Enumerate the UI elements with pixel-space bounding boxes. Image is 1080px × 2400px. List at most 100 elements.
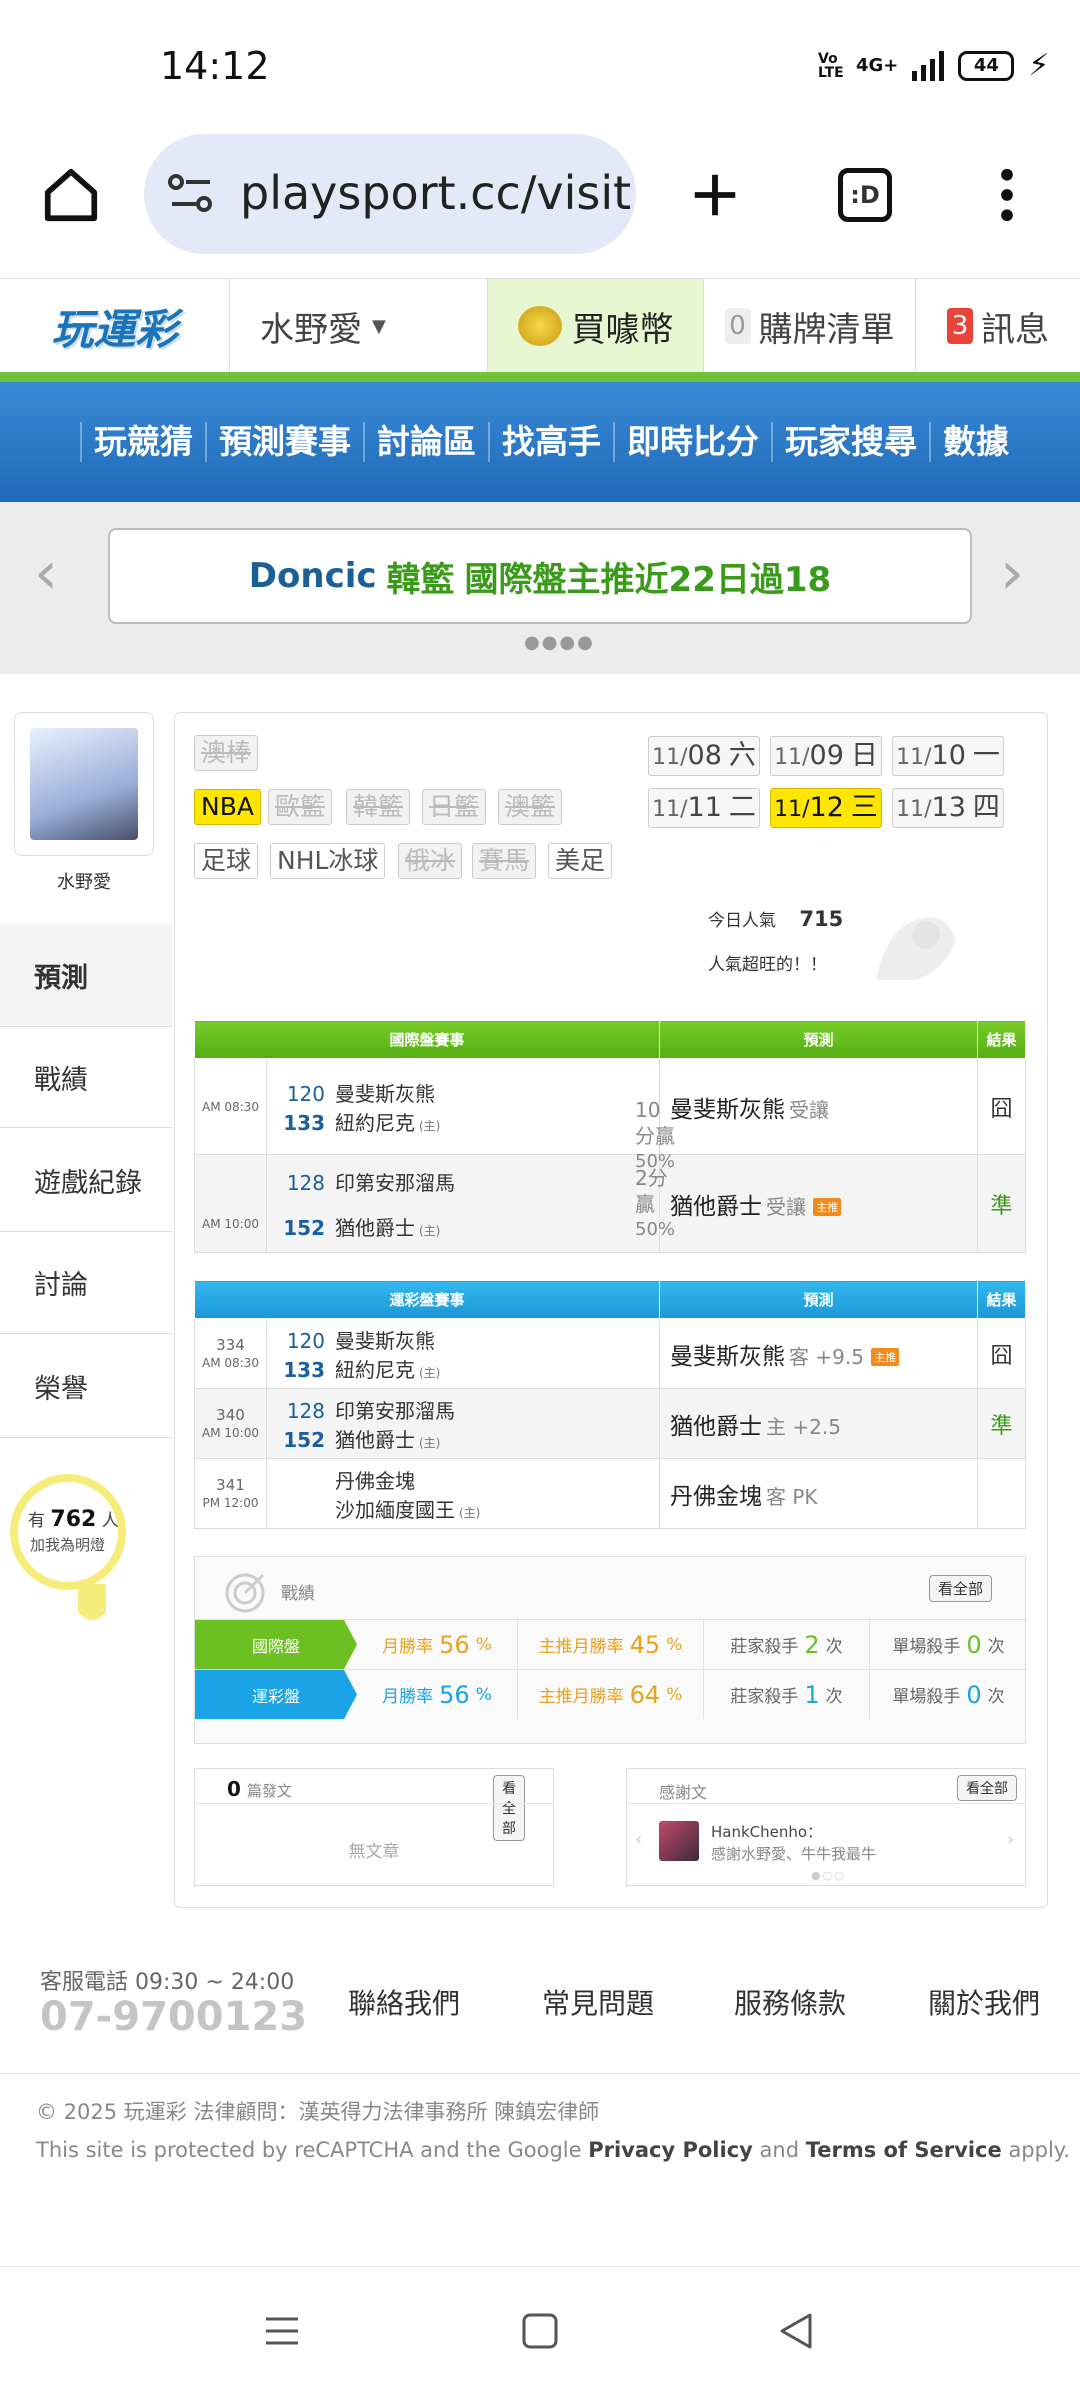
footer-link-contact[interactable]: 聯絡我們 xyxy=(348,1982,460,2022)
date-tab-1108[interactable]: 11/08 六 xyxy=(648,736,760,776)
banner-headline[interactable]: Doncic 韓籃 國際盤主推近22日過18 xyxy=(108,528,972,624)
popularity: 今日人氣 715 xyxy=(708,906,843,931)
thanks-prev-icon[interactable]: ‹ xyxy=(635,1829,642,1850)
posts-count: 0 篇發文 xyxy=(227,1777,292,1801)
nav-item-player-search[interactable]: 玩家搜尋 xyxy=(771,422,929,462)
sidebar-item-discuss[interactable]: 討論 xyxy=(0,1232,172,1334)
prediction[interactable]: 丹佛金塊客 PK xyxy=(659,1458,978,1529)
stats-view-all-button[interactable]: 看全部 xyxy=(929,1575,993,1602)
site-settings-icon[interactable] xyxy=(166,170,216,220)
signal-icon xyxy=(912,50,945,81)
thanks-user[interactable]: HankChenho： xyxy=(711,1821,822,1842)
posts-view-all-button[interactable]: 看全部 xyxy=(493,1775,525,1841)
lightbulb-suffix: 人 xyxy=(101,1511,119,1531)
tab-switcher-icon[interactable]: :D xyxy=(830,160,900,230)
thanks-view-all-button[interactable]: 看全部 xyxy=(957,1775,1017,1801)
date-tab-1113[interactable]: 11/13 四 xyxy=(892,788,1004,828)
stats-row-label: 國際盤 xyxy=(195,1620,357,1669)
game-time: AM 10:00 xyxy=(194,1154,267,1253)
game-line: 2分贏 xyxy=(635,1166,668,1216)
site-logo[interactable]: 玩運彩 xyxy=(0,279,230,373)
date-tab-1111[interactable]: 11/11 二 xyxy=(648,788,760,828)
stats-row-lottery: 運彩盤 月勝率 56% 主推月勝率 64% 莊家殺手 1 次 單場殺手 0 次 xyxy=(195,1669,1027,1719)
league-tag-nhl[interactable]: NHL冰球 xyxy=(270,843,386,879)
new-tab-icon[interactable] xyxy=(680,160,750,230)
buy-coins-button[interactable]: 買噱幣 xyxy=(488,279,704,373)
date-tab-1112[interactable]: 11/12 三 xyxy=(770,788,882,828)
privacy-policy-link[interactable]: Privacy Policy xyxy=(588,2138,753,2162)
nav-accent-line xyxy=(0,372,1080,382)
profile-name: 水野愛 xyxy=(57,872,111,893)
message-count: 3 xyxy=(947,308,973,344)
league-tag-russian-hockey[interactable]: 俄冰 xyxy=(398,843,463,879)
home-square-icon[interactable] xyxy=(520,2311,560,2351)
follow-lightbulb[interactable]: 有 762 人 加我為明燈 xyxy=(8,1472,128,1632)
copyright: © 2025 玩運彩 法律顧問：漢英得力法律事務所 陳鎮宏律師 xyxy=(36,2100,600,2124)
banner-next-icon[interactable]: › xyxy=(1000,538,1024,608)
thanks-next-icon[interactable]: › xyxy=(1007,1829,1014,1850)
avatar[interactable] xyxy=(14,712,154,856)
lottery-header-games: 運彩盤賽事 xyxy=(194,1280,660,1319)
messages-button[interactable]: 3 訊息 xyxy=(916,279,1080,373)
url-text[interactable]: playsport.cc/visit xyxy=(240,166,631,220)
league-tag-jpn-basket[interactable]: 日籃 xyxy=(422,789,487,825)
banner-prev-icon[interactable]: ‹ xyxy=(34,538,58,608)
terms-of-service-link[interactable]: Terms of Service xyxy=(806,2138,1002,2162)
league-tag-aus-basket[interactable]: 澳籃 xyxy=(498,789,563,825)
league-tag-horse-racing[interactable]: 賽馬 xyxy=(472,843,537,879)
back-icon[interactable] xyxy=(776,2311,816,2351)
charging-icon: ⚡ xyxy=(1028,48,1050,83)
prediction[interactable]: 猶他爵士 受讓 主推 xyxy=(659,1154,978,1253)
nav-item-experts[interactable]: 找高手 xyxy=(488,422,613,462)
lightbulb-cta: 加我為明燈 xyxy=(30,1536,106,1554)
stats-panel: 戰績 看全部 國際盤 月勝率 56% 主推月勝率 45% 莊家殺手 2 次 單場殺手 0 次… xyxy=(194,1556,1027,1744)
thanks-avatar[interactable] xyxy=(659,1821,699,1861)
date-tab-1109[interactable]: 11/09 日 xyxy=(770,736,882,776)
user-name: 水野愛 xyxy=(260,309,362,350)
league-tag-american-football[interactable]: 美足 xyxy=(548,843,613,879)
sidebar-item-game-log[interactable]: 遊戲紀錄 xyxy=(0,1130,172,1232)
nav-item-live-score[interactable]: 即時比分 xyxy=(613,422,771,462)
month-rate: 月勝率 56% xyxy=(382,1680,492,1709)
prediction[interactable]: 猶他爵士主 +2.5 xyxy=(659,1388,978,1459)
url-bar[interactable]: playsport.cc/visit xyxy=(144,134,636,254)
single-killer: 單場殺手 0 次 xyxy=(869,1620,1027,1669)
service-phone[interactable]: 07-9700123 xyxy=(40,1994,307,2040)
league-tag-soccer[interactable]: 足球 xyxy=(194,843,259,879)
league-tag-kor-basket[interactable]: 韓籃 xyxy=(346,789,411,825)
nav-item-predict[interactable]: 預測賽事 xyxy=(205,422,363,462)
result-fail: 囧 xyxy=(977,1058,1026,1155)
date-tab-1110[interactable]: 11/10 一 xyxy=(892,736,1004,776)
league-tag-euro-basket[interactable]: 歐籃 xyxy=(268,789,333,825)
posts-box: 0 篇發文 看全部 無文章 xyxy=(194,1768,554,1886)
prediction[interactable]: 曼斐斯灰熊客 +9.5 主推 xyxy=(659,1318,978,1389)
nav-item-data[interactable]: 數據 xyxy=(929,422,1021,462)
home-icon[interactable] xyxy=(36,160,106,230)
league-tag-nba[interactable]: NBA xyxy=(194,789,261,825)
table-row: AM 08:30 120 曼斐斯灰熊 133 紐約尼克 (主) 10分贏 50% 曼斐… xyxy=(194,1058,1026,1172)
thanks-pagination: ●○○ xyxy=(811,1869,846,1882)
user-menu[interactable]: 水野愛 ▼ xyxy=(230,279,488,373)
cart-button[interactable]: 0 購牌清單 xyxy=(704,279,916,373)
result-hit: 準 xyxy=(977,1388,1026,1459)
sidebar-item-predict[interactable]: 預測 xyxy=(0,924,172,1026)
sidebar-item-honor[interactable]: 榮譽 xyxy=(0,1336,172,1438)
nav-item-forum[interactable]: 討論區 xyxy=(363,422,488,462)
battery-icon: 44 xyxy=(958,50,1015,81)
sidebar-item-record[interactable]: 戰績 xyxy=(0,1026,172,1128)
main-month-rate: 主推月勝率 64% xyxy=(517,1670,703,1719)
thanks-title: 感謝文 xyxy=(659,1783,708,1802)
recents-menu-icon[interactable] xyxy=(262,2311,302,2351)
main-nav: 玩競猜 預測賽事 討論區 找高手 即時比分 玩家搜尋 數據 xyxy=(0,382,1080,502)
lightbulb-count: 762 xyxy=(50,1507,97,1532)
nav-item-guess[interactable]: 玩競猜 xyxy=(80,422,205,462)
footer-link-about[interactable]: 關於我們 xyxy=(928,1982,1040,2022)
main-pick-badge: 主推 xyxy=(871,1348,900,1366)
footer-link-terms[interactable]: 服務條款 xyxy=(734,1982,846,2022)
prediction[interactable]: 曼斐斯灰熊 受讓 xyxy=(659,1058,978,1155)
status-icons: Vo LTE 4G+ 44 ⚡ xyxy=(818,48,1049,83)
more-menu-icon[interactable] xyxy=(972,160,1042,230)
footer-link-faq[interactable]: 常見問題 xyxy=(542,1982,654,2022)
table-row: 340 AM 10:00 128 印第安那溜馬 152 猶他爵士 (主) 猶他爵士主 +… xyxy=(194,1388,1026,1459)
league-tag-aus-baseball[interactable]: 澳棒 xyxy=(194,735,259,771)
